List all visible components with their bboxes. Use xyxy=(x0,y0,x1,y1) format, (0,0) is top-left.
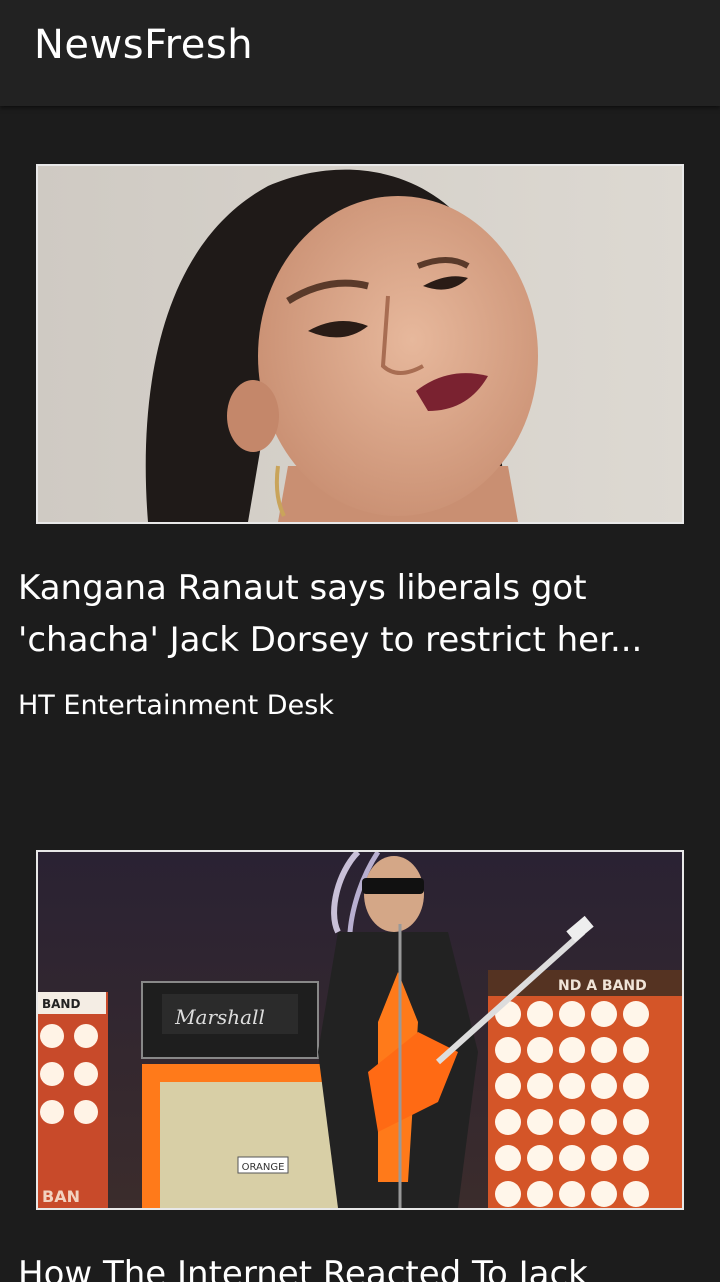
article-image[interactable] xyxy=(36,164,684,524)
amp-badge-text: ORANGE xyxy=(242,1162,285,1173)
article-image[interactable]: BAND BAN Marshall ORANGE ND A BAND xyxy=(36,850,684,1210)
article-source: HT Entertainment Desk xyxy=(18,690,334,721)
app-bar: NewsFresh xyxy=(0,0,720,106)
sign-left-text: BAND xyxy=(42,997,80,1011)
article-card[interactable]: BAND BAN Marshall ORANGE ND A BAND How T… xyxy=(0,792,720,1282)
app-title: NewsFresh xyxy=(34,22,254,68)
amp-brand-text: Marshall xyxy=(174,1005,265,1029)
article-card[interactable]: Kangana Ranaut says liberals got 'chacha… xyxy=(0,106,720,806)
concert-photo: BAND BAN Marshall ORANGE ND A BAND xyxy=(38,852,682,1208)
article-title-line-1[interactable]: Kangana Ranaut says liberals got xyxy=(18,562,708,614)
article-title-line-2[interactable]: 'chacha' Jack Dorsey to restrict her... xyxy=(18,614,708,666)
portrait-photo xyxy=(38,166,682,522)
sign-bottom-text: BAN xyxy=(42,1187,80,1206)
news-feed[interactable]: Kangana Ranaut says liberals got 'chacha… xyxy=(0,106,720,1282)
sign-right-text: ND A BAND xyxy=(558,978,647,994)
article-title-line-1[interactable]: How The Internet Reacted To Jack xyxy=(18,1248,708,1282)
